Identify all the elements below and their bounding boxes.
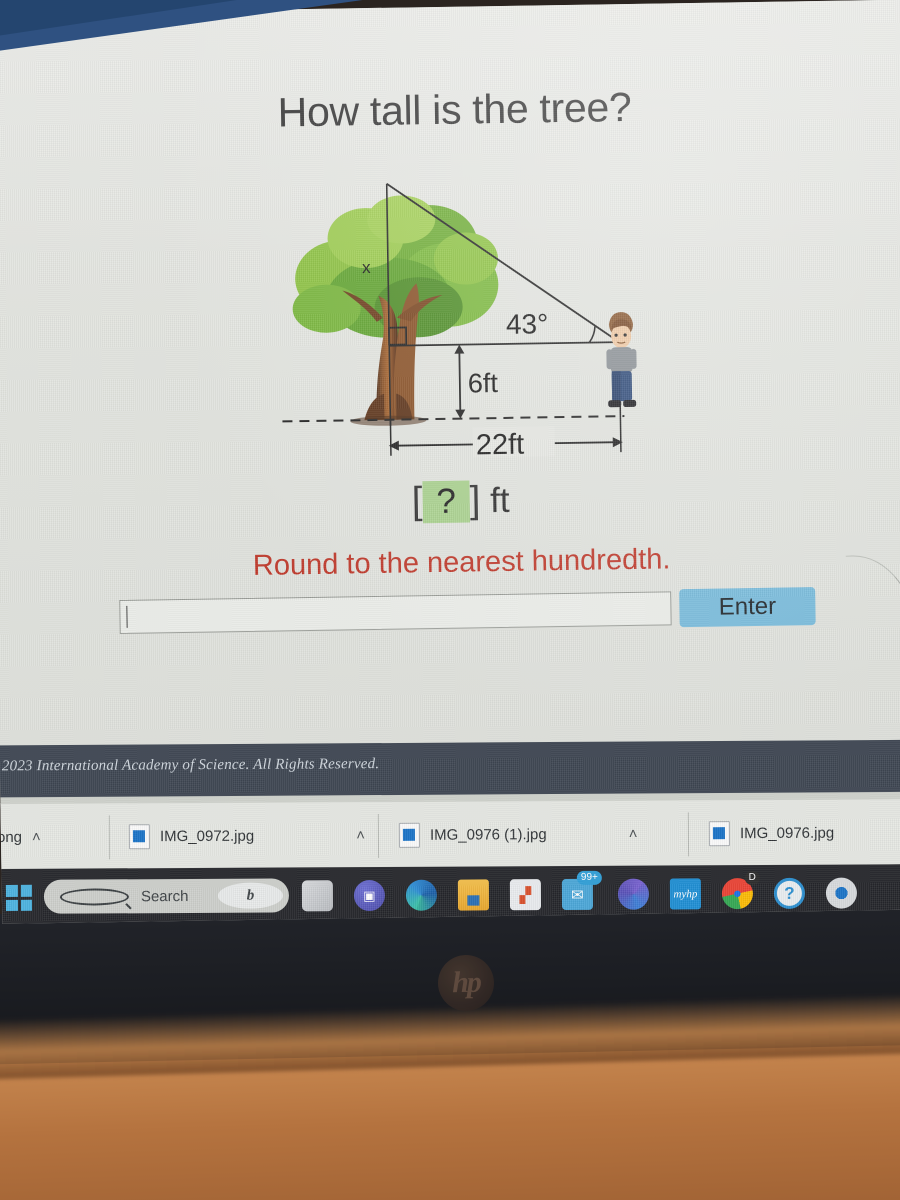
eye-height-dimension: 6ft [454, 344, 499, 419]
answer-unit: ft [489, 480, 510, 521]
download-filename: ong [0, 828, 23, 846]
horizontal-sight-line [389, 341, 620, 347]
help-icon[interactable]: ? [773, 877, 806, 909]
mail-unread-badge: 99+ [576, 870, 602, 885]
laptop-screen: How tall is the tree? x 43° 6ft 22ft [?… [0, 0, 900, 924]
eye-height-label: 6ft [468, 368, 499, 398]
download-item-2[interactable]: IMG_0976 (1).jpg ˄ [398, 809, 638, 860]
search-input[interactable]: Search b [43, 878, 290, 914]
answer-placeholder-box: ? [422, 480, 471, 524]
bracket-open: [ [411, 480, 423, 523]
bing-icon[interactable]: b [217, 882, 283, 909]
angle-label: 43° [506, 308, 549, 340]
downloads-divider [108, 815, 111, 860]
ground-distance-label: 22ft [476, 429, 525, 462]
edge-icon[interactable] [405, 879, 438, 911]
file-explorer-icon[interactable]: ▄ [457, 879, 490, 911]
chrome-icon[interactable]: ● D [721, 871, 760, 918]
downloads-bar: ong ˄ IMG_0972.jpg ˄ IMG_0976 (1).jpg ˄ … [0, 797, 900, 871]
task-view-icon[interactable] [301, 880, 334, 912]
image-file-icon [128, 823, 151, 849]
rounding-note: Round to the nearest hundredth. [252, 543, 671, 582]
tree-diagram: x 43° 6ft 22ft [268, 163, 663, 469]
myhp-label: myhp [673, 887, 698, 900]
download-item-1[interactable]: IMG_0972.jpg ˄ [128, 810, 365, 861]
settings-gear-icon[interactable] [825, 877, 858, 909]
microsoft-store-icon[interactable]: ▞ [509, 879, 542, 911]
downloads-divider [377, 813, 380, 859]
search-placeholder: Search [140, 887, 189, 905]
search-icon [59, 887, 129, 906]
download-filename: IMG_0976 (1).jpg [429, 825, 547, 844]
unknown-height-label: x [362, 258, 371, 277]
chrome-profile-badge: D [744, 871, 760, 886]
chevron-up-icon[interactable]: ˄ [32, 828, 41, 845]
image-file-icon [708, 820, 731, 846]
myhp-icon[interactable]: myhp [669, 878, 702, 910]
chevron-up-icon[interactable]: ˄ [629, 825, 638, 842]
chevron-up-icon[interactable]: ˄ [356, 827, 365, 844]
downloads-divider [687, 812, 690, 857]
download-filename: IMG_0976.jpg [739, 824, 835, 842]
help-label: ? [784, 883, 795, 903]
ground-distance-dimension: 22ft [388, 342, 623, 462]
teams-icon[interactable]: ▣ [353, 879, 386, 912]
enter-button[interactable]: Enter [679, 587, 816, 628]
page-title: How tall is the tree? [277, 83, 632, 136]
site-footer: 2023 International Academy of Science. A… [0, 739, 900, 798]
image-file-icon [398, 822, 421, 848]
observer-person [606, 312, 637, 408]
angle-arc [588, 326, 596, 344]
webpage-body: How tall is the tree? x 43° 6ft 22ft [?… [0, 0, 900, 754]
photo-of-laptop-screen: hp How tall is the tree? x 43° 6ft 22ft … [0, 0, 900, 1200]
answer-input[interactable] [119, 591, 672, 635]
bracket-close: ] [469, 479, 481, 522]
mail-icon[interactable]: ✉ 99+ [561, 870, 602, 911]
office-icon[interactable] [617, 878, 650, 910]
answer-prompt: [?] ft [0, 472, 900, 530]
download-item-0[interactable]: ong ˄ [0, 812, 41, 862]
ground-line [282, 415, 625, 423]
download-item-3[interactable]: IMG_0976.jpg [708, 808, 835, 859]
copyright-text: 2023 International Academy of Science. A… [1, 756, 380, 775]
download-filename: IMG_0972.jpg [159, 827, 255, 845]
start-button[interactable] [5, 884, 33, 911]
